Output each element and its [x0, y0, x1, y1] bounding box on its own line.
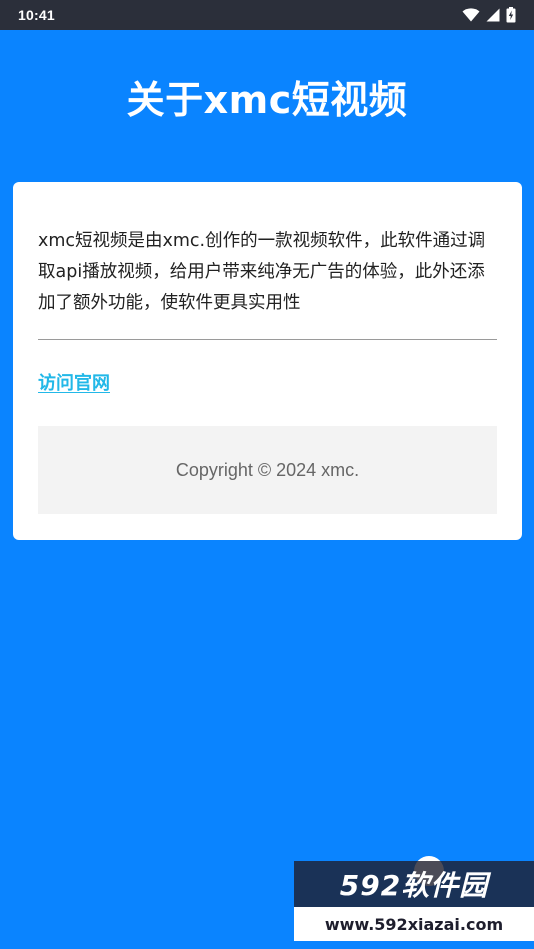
wifi-icon — [462, 8, 480, 22]
app-description: xmc短视频是由xmc.创作的一款视频软件，此软件通过调取api播放视频，给用户… — [38, 231, 486, 313]
watermark-url: www.592xiazai.com — [324, 914, 504, 934]
visit-official-site-link[interactable]: 访问官网 — [38, 371, 110, 397]
signal-icon — [486, 8, 500, 22]
divider — [38, 339, 497, 340]
status-time: 10:41 — [18, 7, 55, 23]
watermark: 592软件园 www.592xiazai.com — [294, 861, 534, 949]
about-card: xmc短视频是由xmc.创作的一款视频软件，此软件通过调取api播放视频，给用户… — [13, 182, 522, 540]
status-bar: 10:41 — [0, 0, 534, 30]
watermark-url-bar: www.592xiazai.com — [294, 907, 534, 941]
page-title: 关于xmc短视频 — [126, 78, 408, 122]
battery-charging-icon — [506, 7, 516, 23]
copyright-text: Copyright © 2024 xmc. — [175, 459, 360, 480]
watermark-brand: 592软件园 — [339, 869, 489, 902]
copyright-footer: Copyright © 2024 xmc. — [38, 426, 497, 514]
status-icons — [462, 7, 516, 23]
watermark-brand-bar: 592软件园 — [294, 861, 534, 907]
